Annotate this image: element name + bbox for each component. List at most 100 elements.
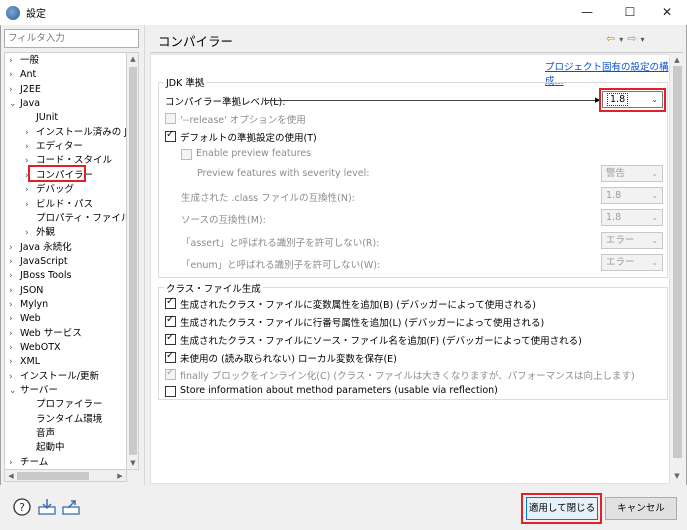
preserve-unused-checkbox[interactable]: ✓ <box>165 350 176 363</box>
back-arrow-icon[interactable]: ⇦ <box>606 32 615 45</box>
release-option-checkbox[interactable] <box>165 113 176 124</box>
tree-item-label: JavaScript <box>20 255 68 267</box>
tree-horizontal-scrollbar[interactable]: ◀ ▶ <box>4 470 127 482</box>
minimize-button[interactable]: — <box>567 0 607 25</box>
help-icon[interactable]: ? <box>12 497 32 517</box>
content-scrollbar[interactable]: ▲ ▼ <box>670 54 684 484</box>
line-number-checkbox[interactable]: ✓ <box>165 314 176 327</box>
scroll-down-icon[interactable]: ▼ <box>127 457 139 469</box>
tree-item[interactable]: › チーム <box>9 456 48 469</box>
content-scroll-down-icon[interactable]: ▼ <box>670 470 684 482</box>
tree-item[interactable]: › Web サービス <box>9 327 82 341</box>
chevron-right-icon[interactable]: › <box>9 241 20 255</box>
tree-item[interactable]: › XML <box>9 355 40 369</box>
tree-vertical-scrollbar[interactable]: ▲ ▼ <box>127 52 139 470</box>
enable-preview-checkbox[interactable] <box>181 149 192 160</box>
chevron-right-icon[interactable]: › <box>9 341 20 355</box>
tree-item-label: エディター <box>36 141 83 153</box>
hscroll-thumb[interactable] <box>17 472 89 480</box>
back-menu-icon[interactable]: ▾ <box>619 35 623 44</box>
chevron-right-icon[interactable]: › <box>9 312 20 326</box>
forward-menu-icon[interactable]: ▾ <box>640 35 644 44</box>
cancel-button[interactable]: キャンセル <box>605 497 677 520</box>
check-icon: ✓ <box>166 314 175 325</box>
tree-item-label: インストール/更新 <box>20 370 100 382</box>
tree-item[interactable]: › Ant <box>9 68 36 82</box>
scroll-left-icon[interactable]: ◀ <box>5 470 17 482</box>
chevron-down-icon: ⌄ <box>651 169 658 178</box>
chevron-right-icon[interactable]: › <box>25 126 36 140</box>
inline-finally-checkbox[interactable]: ✓ <box>165 367 176 380</box>
import-icon[interactable] <box>37 497 57 517</box>
tree-item[interactable]: › JavaScript <box>9 255 68 269</box>
tree-item[interactable]: プロパティ・ファイル・エディ <box>25 212 126 226</box>
tree-item[interactable]: プロファイラー <box>25 398 103 412</box>
sash[interactable] <box>144 25 145 485</box>
tree-item[interactable]: ランタイム環境 <box>25 413 102 427</box>
tree-item[interactable]: ›インストール済みの JRE <box>25 126 126 140</box>
leader-line <box>264 100 600 101</box>
chevron-right-icon[interactable]: › <box>9 298 20 312</box>
chevron-right-icon[interactable]: › <box>25 198 36 212</box>
scroll-up-icon[interactable]: ▲ <box>127 53 139 65</box>
use-default-checkbox[interactable]: ✓ <box>165 129 176 142</box>
tree-item[interactable]: › デバッグ <box>25 183 74 197</box>
tree-item[interactable]: › 外観 <box>25 226 55 240</box>
tree-item-label: J2EE <box>20 83 41 95</box>
chevron-down-icon[interactable]: ⌄ <box>9 384 20 398</box>
class-compat-select[interactable]: 1.8 ⌄ <box>601 187 663 204</box>
chevron-right-icon[interactable]: › <box>9 327 20 341</box>
content-scroll-thumb[interactable] <box>673 66 682 458</box>
tree-item[interactable]: › インストール/更新 <box>9 370 99 384</box>
tree-item-label: 音声 <box>36 428 56 440</box>
close-button[interactable]: ✕ <box>647 0 687 25</box>
chevron-down-icon[interactable]: ⌄ <box>9 97 20 111</box>
chevron-right-icon[interactable]: › <box>9 370 20 384</box>
source-file-checkbox[interactable]: ✓ <box>165 332 176 345</box>
chevron-right-icon[interactable]: › <box>9 255 20 269</box>
assert-select[interactable]: エラー ⌄ <box>601 232 663 249</box>
chevron-right-icon[interactable]: › <box>25 183 36 197</box>
chevron-right-icon[interactable]: › <box>9 83 20 97</box>
tree-item[interactable]: › 一般 <box>9 54 39 68</box>
export-icon[interactable] <box>61 497 81 517</box>
filter-input[interactable] <box>4 29 139 48</box>
chevron-right-icon[interactable]: › <box>9 284 20 298</box>
tree-item[interactable]: 起動中 <box>25 441 65 455</box>
tree-item[interactable]: › ビルド・パス <box>25 198 93 212</box>
tree-item[interactable]: › JSON <box>9 284 43 298</box>
tree-item[interactable]: JUnit <box>25 111 58 125</box>
tree-item[interactable]: › Java 永続化 <box>9 241 72 255</box>
enum-value: エラー <box>606 257 635 268</box>
preference-tree[interactable]: ›一般›Ant›J2EE⌄JavaJUnit›インストール済みの JRE›エディ… <box>4 52 127 470</box>
chevron-right-icon[interactable]: › <box>9 68 20 82</box>
tree-item[interactable]: › J2EE <box>9 83 41 97</box>
tree-item[interactable]: › Mylyn <box>9 298 48 312</box>
scroll-right-icon[interactable]: ▶ <box>114 470 126 482</box>
tree-item[interactable]: › WebOTX <box>9 341 61 355</box>
maximize-button[interactable]: ☐ <box>610 0 650 25</box>
chevron-right-icon[interactable]: › <box>25 140 36 154</box>
variable-attr-checkbox[interactable]: ✓ <box>165 296 176 309</box>
chevron-right-icon[interactable]: › <box>25 226 36 240</box>
method-params-checkbox[interactable] <box>165 386 176 397</box>
tree-item[interactable]: ⌄ Java <box>9 97 40 111</box>
tree-item-label: 外観 <box>36 227 56 239</box>
tree-item[interactable]: 音声 <box>25 427 55 441</box>
tree-item[interactable]: › JBoss Tools <box>9 269 71 283</box>
source-compat-select[interactable]: 1.8 ⌄ <box>601 209 663 226</box>
tree-item[interactable]: › Web <box>9 312 41 326</box>
tree-item[interactable]: ⌄ サーバー <box>9 384 58 398</box>
enum-select[interactable]: エラー ⌄ <box>601 254 663 271</box>
tree-item[interactable]: › エディター <box>25 140 83 154</box>
variable-attr-label: 生成されたクラス・ファイルに変数属性を追加(B) (デバッガーによって使用される… <box>180 300 536 311</box>
chevron-right-icon[interactable]: › <box>9 54 20 68</box>
scroll-thumb[interactable] <box>129 67 137 455</box>
chevron-right-icon[interactable]: › <box>9 269 20 283</box>
forward-arrow-icon[interactable]: ⇨ <box>627 32 636 45</box>
chevron-right-icon[interactable]: › <box>9 355 20 369</box>
preview-severity-select[interactable]: 警告 ⌄ <box>601 165 663 182</box>
inline-finally-label: finally ブロックをインライン化(C) (クラス・ファイルは大きくなります… <box>180 371 635 382</box>
method-params-label: Store information about method parameter… <box>180 385 498 396</box>
chevron-right-icon[interactable]: › <box>9 456 20 469</box>
